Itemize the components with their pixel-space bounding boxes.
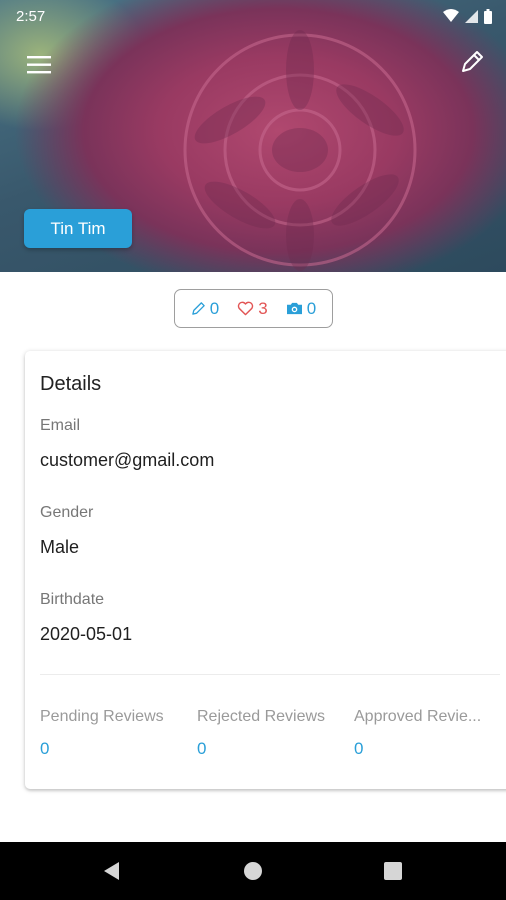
reviews-stat[interactable]: 0 bbox=[191, 299, 219, 319]
photos-stat[interactable]: 0 bbox=[286, 299, 316, 319]
back-icon[interactable] bbox=[100, 859, 124, 883]
approved-reviews-count: 0 bbox=[354, 739, 364, 758]
menu-icon[interactable] bbox=[24, 50, 54, 80]
user-name-button[interactable]: Tin Tim bbox=[24, 209, 132, 248]
camera-icon bbox=[286, 302, 302, 315]
likes-count: 3 bbox=[258, 298, 268, 318]
battery-icon bbox=[484, 8, 492, 24]
approved-reviews-label: Approved Revie... bbox=[354, 708, 482, 725]
pending-reviews[interactable]: Pending Reviews 0 bbox=[40, 708, 190, 759]
system-navigation-bar bbox=[0, 842, 506, 900]
profile-cover: 2:57 Tin Tim bbox=[0, 0, 506, 272]
heart-icon bbox=[238, 301, 254, 316]
cell-signal-icon bbox=[465, 10, 478, 23]
rejected-reviews-count: 0 bbox=[197, 739, 207, 758]
rejected-reviews[interactable]: Rejected Reviews 0 bbox=[197, 708, 347, 759]
likes-stat[interactable]: 3 bbox=[237, 298, 268, 319]
details-card: Details Email customer@gmail.com Gender … bbox=[25, 351, 506, 789]
approved-reviews[interactable]: Approved Revie... 0 bbox=[354, 708, 494, 759]
gender-label: Gender bbox=[40, 504, 94, 521]
profile-stats: 0 3 0 bbox=[174, 289, 333, 328]
pending-reviews-label: Pending Reviews bbox=[40, 708, 164, 725]
edit-icon[interactable] bbox=[456, 48, 486, 78]
recents-icon[interactable] bbox=[381, 859, 405, 883]
pending-reviews-count: 0 bbox=[40, 739, 50, 758]
birthdate-label: Birthdate bbox=[40, 591, 105, 608]
divider bbox=[40, 674, 500, 675]
reviews-count: 0 bbox=[209, 298, 220, 318]
email-label: Email bbox=[40, 417, 81, 434]
pencil-icon bbox=[192, 302, 205, 315]
birthdate-value: 2020-05-01 bbox=[40, 624, 133, 644]
rejected-reviews-label: Rejected Reviews bbox=[197, 708, 326, 725]
wifi-icon bbox=[443, 9, 459, 22]
home-icon[interactable] bbox=[241, 859, 265, 883]
details-title: Details bbox=[40, 373, 102, 395]
gender-value: Male bbox=[40, 537, 80, 557]
status-time: 2:57 bbox=[16, 7, 46, 25]
status-bar: 2:57 bbox=[0, 0, 506, 32]
photos-count: 0 bbox=[306, 298, 317, 318]
email-value: customer@gmail.com bbox=[40, 450, 215, 470]
